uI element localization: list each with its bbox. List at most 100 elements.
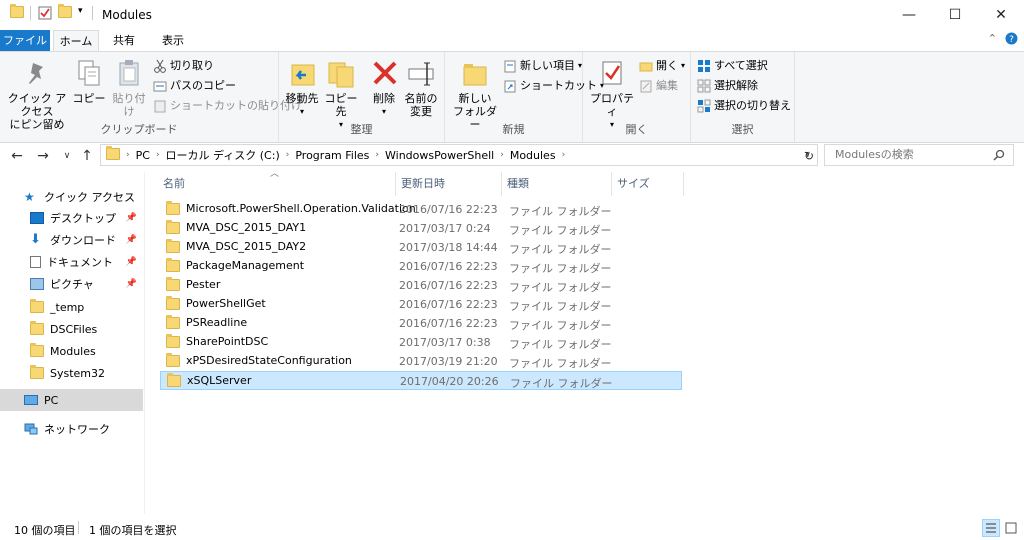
column-header-date[interactable]: 更新日時 (396, 172, 502, 196)
search-input[interactable]: Modulesの検索 (824, 144, 1014, 166)
nav-modules[interactable]: Modules (0, 340, 143, 362)
column-header-size[interactable]: サイズ (612, 172, 684, 196)
nav-temp[interactable]: _temp (0, 296, 143, 318)
breadcrumb-modules[interactable]: Modules (507, 149, 559, 162)
folder-icon (166, 219, 180, 234)
collapse-ribbon-icon[interactable]: ⌃ (988, 32, 997, 48)
folder-icon (166, 257, 180, 272)
pin-icon[interactable]: 📌 (126, 279, 137, 289)
file-row[interactable]: SharePointDSC 2017/03/17 0:38 ファイル フォルダー (160, 333, 682, 352)
properties-button[interactable]: プロパティ ▾ (589, 57, 635, 131)
nav-pictures[interactable]: ピクチャ 📌 (0, 273, 143, 295)
nav-quick-access-label: クイック アクセス (44, 191, 135, 204)
recent-locations-chevron-icon[interactable]: ∨ (58, 147, 76, 165)
file-date: 2016/07/16 22:23 (399, 203, 498, 216)
cut-button[interactable]: 切り取り (153, 57, 214, 75)
open-button[interactable]: 開く ▾ (639, 57, 685, 75)
nav-documents[interactable]: ドキュメント 📌 (0, 251, 143, 273)
tab-file[interactable]: ファイル (0, 30, 50, 51)
folder-icon[interactable] (10, 4, 24, 18)
invert-selection-label: 選択の切り替え (714, 99, 791, 112)
large-icons-view-icon[interactable] (1002, 519, 1020, 537)
file-row[interactable]: MVA_DSC_2015_DAY1 2017/03/17 0:24 ファイル フ… (160, 219, 682, 238)
new-folder-quick-icon[interactable] (58, 4, 72, 18)
invert-selection-button[interactable]: 選択の切り替え (697, 97, 791, 115)
file-row[interactable]: PSReadline 2016/07/16 22:23 ファイル フォルダー (160, 314, 682, 333)
details-view-icon[interactable] (982, 519, 1000, 537)
close-button[interactable]: ✕ (978, 0, 1024, 30)
navigation-pane: ★ クイック アクセス デスクトップ 📌 ⬇ ダウンロード 📌 ドキュメント 📌… (0, 172, 145, 514)
file-row[interactable]: Microsoft.PowerShell.Operation.Validatio… (160, 200, 682, 219)
address-bar[interactable]: › PC › ローカル ディスク (C:) › Program Files › … (100, 144, 818, 166)
breadcrumb-program-files[interactable]: Program Files (292, 149, 372, 162)
file-row[interactable]: MVA_DSC_2015_DAY2 2017/03/18 14:44 ファイル … (160, 238, 682, 257)
column-header-name[interactable]: 名前 (158, 172, 396, 196)
tab-share[interactable]: 共有 (104, 30, 144, 51)
copy-path-button[interactable]: パスのコピー (153, 77, 236, 95)
paste-button[interactable]: 貼り付け (108, 57, 150, 118)
breadcrumb-local-disk[interactable]: ローカル ディスク (C:) (163, 147, 283, 163)
pin-quick-access-button[interactable]: クイック アクセス にピン留め (4, 57, 70, 131)
file-name: PowerShellGet (186, 297, 266, 310)
pin-icon[interactable]: 📌 (126, 213, 137, 223)
folder-icon (166, 238, 180, 253)
file-row-selected[interactable]: xSQLServer 2017/04/20 20:26 ファイル フォルダー (160, 371, 682, 390)
nav-system32[interactable]: System32 (0, 362, 143, 384)
refresh-icon[interactable]: ↻ (800, 147, 818, 165)
open-folder-icon (639, 59, 653, 73)
help-icon[interactable]: ? (1005, 32, 1018, 48)
customize-quick-access-icon[interactable]: ▾ (78, 6, 83, 16)
new-item-button[interactable]: 新しい項目 ▾ (503, 57, 582, 75)
search-icon[interactable] (993, 145, 1005, 168)
chevron-right-icon[interactable]: › (497, 150, 507, 160)
search-placeholder: Modulesの検索 (835, 148, 914, 161)
breadcrumb-windowspowershell[interactable]: WindowsPowerShell (382, 149, 497, 162)
back-arrow-icon[interactable]: ← (8, 147, 26, 165)
maximize-button[interactable]: ☐ (932, 0, 978, 30)
properties-quick-icon[interactable] (38, 6, 52, 20)
nav-network[interactable]: ネットワーク (0, 418, 143, 440)
nav-desktop-label: デスクトップ (50, 212, 116, 225)
folder-icon (30, 299, 44, 313)
delete-button[interactable]: 削除 ▾ (369, 57, 399, 118)
forward-arrow-icon[interactable]: → (34, 147, 52, 165)
nav-quick-access[interactable]: ★ クイック アクセス (0, 186, 143, 208)
nav-desktop[interactable]: デスクトップ 📌 (0, 207, 143, 229)
file-name: PSReadline (186, 316, 248, 329)
select-none-button[interactable]: 選択解除 (697, 77, 758, 95)
chevron-right-icon[interactable]: › (153, 150, 163, 160)
rename-button[interactable]: 名前の 変更 (403, 57, 439, 118)
file-row[interactable]: PackageManagement 2016/07/16 22:23 ファイル … (160, 257, 682, 276)
chevron-right-icon[interactable]: › (559, 150, 569, 160)
breadcrumb-pc[interactable]: PC (133, 149, 153, 162)
column-header-type[interactable]: 種類 (502, 172, 612, 196)
folder-icon (166, 276, 180, 291)
tab-view[interactable]: 表示 (150, 30, 196, 51)
move-to-button[interactable]: 移動先 ▾ (283, 57, 321, 118)
chevron-right-icon[interactable]: › (123, 150, 133, 160)
chevron-right-icon[interactable]: › (283, 150, 293, 160)
nav-pc[interactable]: PC (0, 389, 143, 411)
edit-button[interactable]: 編集 (639, 77, 678, 95)
tab-home[interactable]: ホーム (53, 30, 99, 52)
nav-dscfiles[interactable]: DSCFiles (0, 318, 143, 340)
copy-button[interactable]: コピー (72, 57, 106, 105)
file-row[interactable]: PowerShellGet 2016/07/16 22:23 ファイル フォルダ… (160, 295, 682, 314)
file-type: ファイル フォルダー (509, 300, 612, 313)
pin-icon[interactable]: 📌 (126, 257, 137, 267)
new-folder-button[interactable]: 新しい フォルダー (451, 57, 499, 131)
file-row[interactable]: xPSDesiredStateConfiguration 2017/03/19 … (160, 352, 682, 371)
status-item-count: 10 個の項目 (14, 524, 76, 537)
pin-icon[interactable]: 📌 (126, 235, 137, 245)
minimize-button[interactable]: — (886, 0, 932, 30)
ribbon: クイック アクセス にピン留め コピー 貼り付け 切り取り パスのコピー ショー… (0, 51, 1024, 143)
clipboard-icon (113, 57, 145, 89)
chevron-right-icon[interactable]: › (372, 150, 382, 160)
cut-label: 切り取り (170, 59, 214, 72)
select-all-button[interactable]: すべて選択 (697, 57, 768, 75)
up-arrow-icon[interactable]: ↑ (78, 147, 96, 165)
copy-to-button[interactable]: コピー先 ▾ (322, 57, 360, 131)
file-row[interactable]: Pester 2016/07/16 22:23 ファイル フォルダー (160, 276, 682, 295)
nav-downloads[interactable]: ⬇ ダウンロード 📌 (0, 229, 143, 251)
folder-icon (167, 372, 181, 387)
